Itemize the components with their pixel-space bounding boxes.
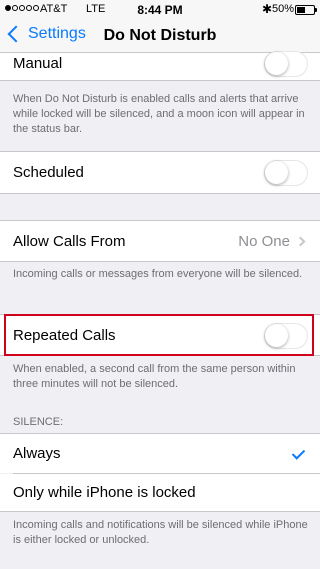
allow-calls-label: Allow Calls From <box>13 232 126 250</box>
toggle-knob <box>265 161 288 184</box>
bluetooth-icon: ✱ <box>262 2 273 16</box>
scheduled-row: Scheduled <box>0 151 320 194</box>
silence-option-always[interactable]: Always <box>0 433 320 473</box>
status-bar: AT&T LTE 8:44 PM ✱ 50% <box>0 0 320 20</box>
repeated-calls-label: Repeated Calls <box>13 326 116 344</box>
silence-option-locked[interactable]: Only while iPhone is locked <box>0 474 320 512</box>
silence-section-header: SILENCE: <box>13 416 64 428</box>
manual-label: Manual <box>13 55 63 72</box>
repeated-calls-toggle[interactable] <box>264 323 308 349</box>
battery-icon <box>295 5 317 15</box>
manual-footer: When Do Not Disturb is enabled calls and… <box>13 93 305 135</box>
scheduled-toggle[interactable] <box>264 160 308 186</box>
allow-calls-footer: Incoming calls or messages from everyone… <box>13 268 303 280</box>
silence-footer: Incoming calls and notifications will be… <box>13 519 308 546</box>
allow-calls-value: No One <box>238 232 290 250</box>
repeated-calls-footer: When enabled, a second call from the sam… <box>13 363 296 390</box>
chevron-right-icon <box>295 236 306 246</box>
manual-row: Manual <box>0 51 320 81</box>
page-title: Do Not Disturb <box>103 27 217 44</box>
toggle-knob <box>265 324 288 347</box>
toggle-knob <box>265 52 288 75</box>
repeated-calls-row: Repeated Calls <box>0 314 320 356</box>
manual-toggle[interactable] <box>264 51 308 77</box>
allow-calls-row[interactable]: Allow Calls From No One <box>0 220 320 262</box>
silence-option-label: Always <box>13 445 61 462</box>
scheduled-label: Scheduled <box>13 164 84 181</box>
navigation-bar: Settings Do Not Disturb <box>0 20 320 53</box>
battery-percentage: 50% <box>272 3 295 15</box>
checkmark-icon <box>291 446 306 460</box>
silence-option-label: Only while iPhone is locked <box>13 484 196 501</box>
